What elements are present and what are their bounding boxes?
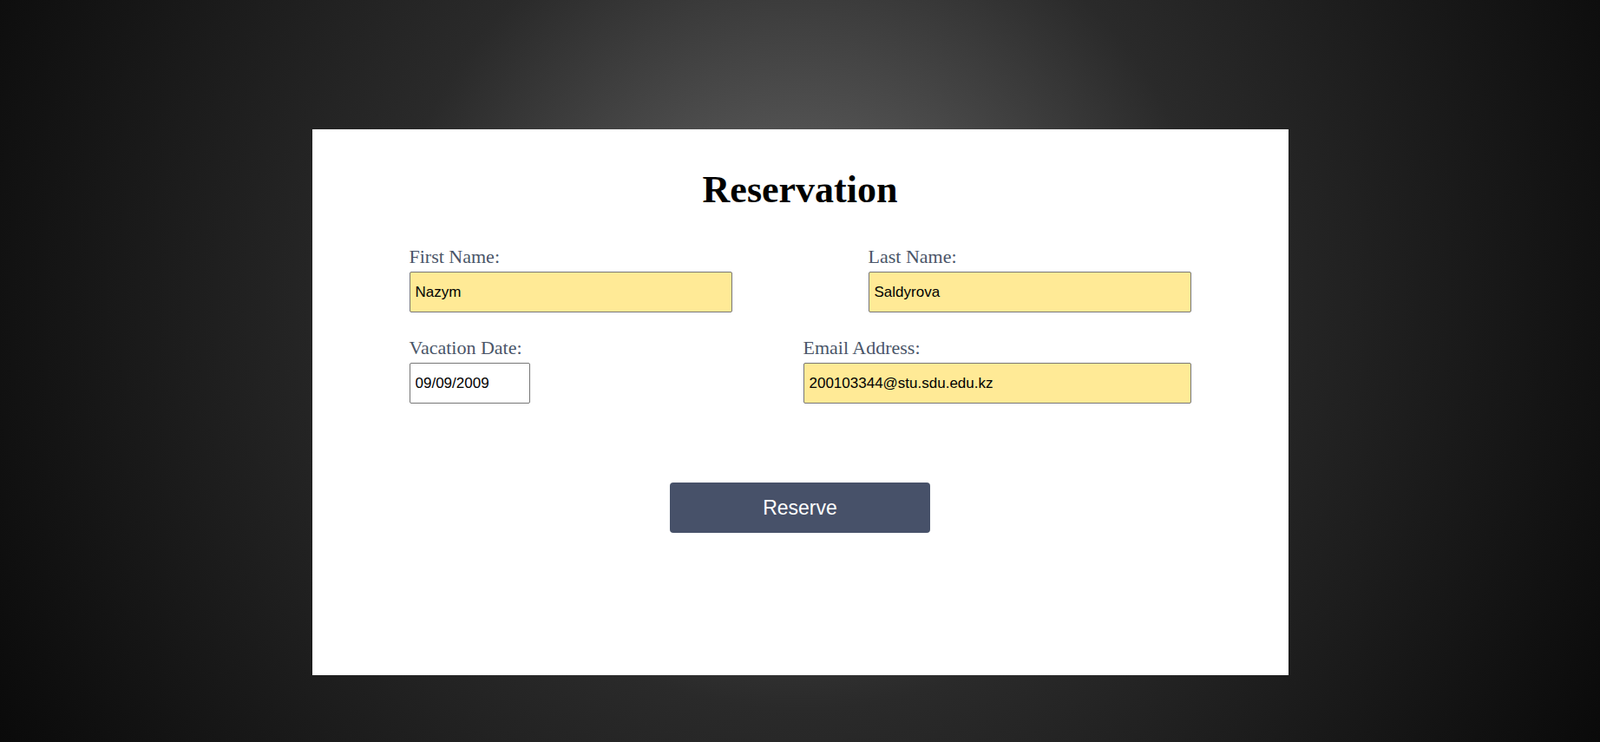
form-row: Vacation Date: Email Address: (409, 336, 1192, 404)
field-label: Last Name: (868, 245, 1192, 269)
reserve-button[interactable]: Reserve (669, 482, 931, 533)
form-field: Last Name: (868, 245, 1192, 313)
field-label: First Name: (409, 245, 733, 269)
form-field: Email Address: (803, 336, 1192, 404)
form-row: First Name: Last Name: (409, 245, 1192, 313)
field-label: Vacation Date: (409, 336, 531, 360)
reservation-card: Reservation First Name: Last Name: Vacatio… (312, 129, 1289, 676)
text-input[interactable] (409, 271, 733, 313)
text-input[interactable] (868, 271, 1192, 313)
form-field: Vacation Date: (409, 336, 531, 404)
form-title: Reservation (409, 167, 1192, 213)
background-photo: Reservation First Name: Last Name: Vacatio… (0, 0, 1600, 742)
text-input[interactable] (803, 362, 1192, 404)
field-label: Email Address: (803, 336, 1192, 360)
text-input[interactable] (409, 362, 531, 404)
form-field: First Name: (409, 245, 733, 313)
